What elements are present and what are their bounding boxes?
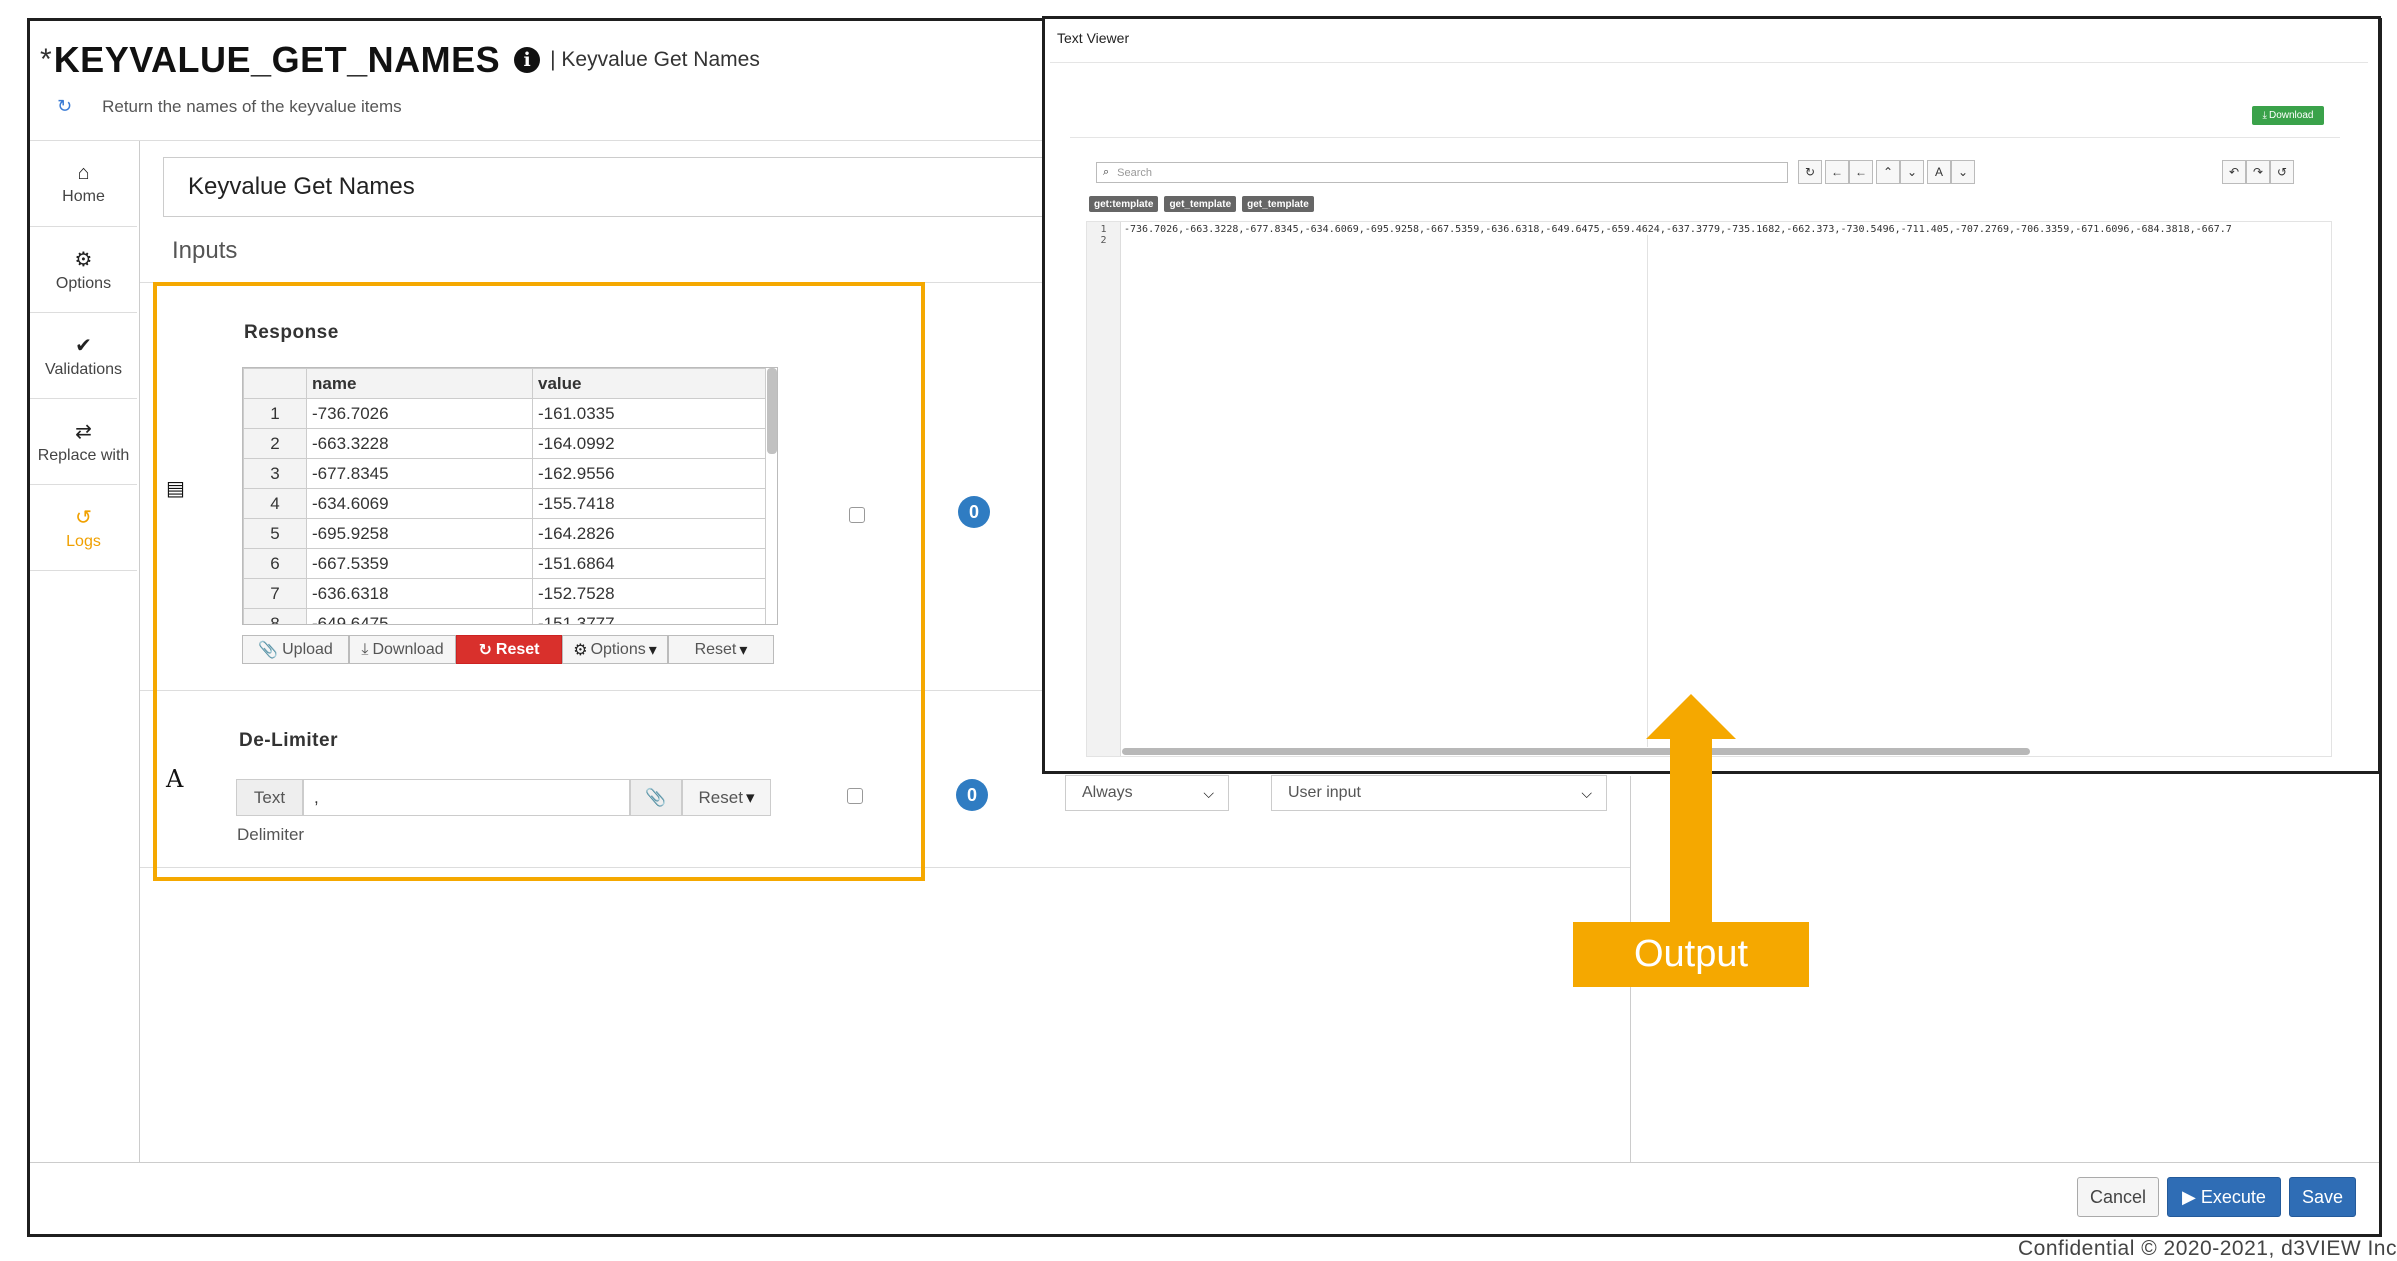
- history-icon: ↺: [2276, 165, 2288, 179]
- history-button[interactable]: ↺: [2270, 160, 2294, 184]
- info-icon[interactable]: i: [514, 47, 541, 73]
- description-row: ↻ Return the names of the keyvalue items: [57, 96, 402, 117]
- page-title: KEYVALUE_GET_NAMES: [53, 39, 501, 80]
- line-number-gutter: 1 2: [1087, 222, 1121, 756]
- template-tag[interactable]: get:template: [1089, 196, 1159, 212]
- sidebar-item-replace-with[interactable]: ⇄ Replace with: [30, 399, 137, 485]
- code-line: -736.7026,-663.3228,-677.8345,-634.6069,…: [1124, 224, 2232, 235]
- back-button[interactable]: ←: [1849, 160, 1873, 184]
- refresh-button[interactable]: ↻: [1798, 160, 1822, 184]
- search-icon: ⌕: [1103, 166, 1110, 178]
- prev-button[interactable]: ←: [1825, 160, 1849, 184]
- expand-down-button[interactable]: ⌄: [1900, 160, 1924, 184]
- sidebar-item-label: Logs: [66, 532, 101, 550]
- cancel-button[interactable]: Cancel: [2077, 1177, 2159, 1217]
- gear-icon: ⚙: [74, 248, 93, 271]
- viewer-search-placeholder: Search: [1117, 166, 1153, 179]
- font-case-icon: A: [1934, 165, 1943, 179]
- sidebar-item-options[interactable]: ⚙ Options: [30, 227, 137, 313]
- viewer-search-input[interactable]: ⌕ Search: [1096, 162, 1788, 183]
- page-subtitle: | Keyvalue Get Names: [550, 48, 760, 71]
- source-select-value: User input: [1288, 784, 1361, 801]
- double-chevron-down-icon: ⌄: [1957, 165, 1969, 179]
- inputs-highlight-box: [153, 282, 925, 881]
- execute-label: Execute: [2200, 1186, 2266, 1207]
- viewer-search-toolbar: ↻ ← ← ⌃ ⌄ A ⌄: [1798, 160, 1975, 184]
- name-input[interactable]: Keyvalue Get Names: [163, 157, 1063, 217]
- execute-button[interactable]: ▶ Execute: [2167, 1177, 2281, 1217]
- output-arrow-icon: [1646, 694, 1736, 924]
- redo-button[interactable]: ↷: [2246, 160, 2270, 184]
- footer-actions: Cancel ▶ Execute Save: [2077, 1177, 2356, 1217]
- home-icon: ⌂: [77, 161, 90, 184]
- case-sensitive-button[interactable]: A: [1927, 160, 1951, 184]
- refresh-icon[interactable]: ↻: [57, 96, 72, 117]
- when-select[interactable]: Always ⌵: [1065, 775, 1229, 811]
- viewer-download-label: Download: [2268, 110, 2314, 121]
- footer-divider: [30, 1162, 2379, 1163]
- title-row: * KEYVALUE_GET_NAMES i | Keyvalue Get Na…: [40, 36, 760, 84]
- template-tag[interactable]: get_template: [1164, 196, 1237, 212]
- response-count-badge: 0: [958, 496, 990, 528]
- viewer-divider: [1070, 137, 2340, 138]
- history-icon: ↺: [75, 506, 92, 529]
- viewer-download-button[interactable]: ⤓ Download: [2252, 106, 2324, 125]
- sidebar-item-label: Validations: [44, 360, 123, 378]
- collapse-up-button[interactable]: ⌃: [1876, 160, 1900, 184]
- sidebar-item-label: Options: [55, 274, 112, 292]
- double-check-icon: ✔: [75, 334, 92, 357]
- arrow-left-icon: ←: [1831, 165, 1843, 179]
- delimiter-count-badge: 0: [956, 779, 988, 811]
- template-tag[interactable]: get_template: [1242, 196, 1314, 212]
- double-chevron-down-icon: ⌄: [1906, 165, 1918, 179]
- when-select-value: Always: [1082, 784, 1133, 801]
- download-icon: ⤓: [2262, 110, 2267, 121]
- chevron-down-icon: ⌵: [1581, 784, 1592, 801]
- unsaved-marker: *: [40, 43, 52, 76]
- text-viewer-title: Text Viewer: [1057, 30, 1130, 46]
- redo-icon: ↷: [2252, 165, 2264, 179]
- save-button[interactable]: Save: [2289, 1177, 2356, 1217]
- arrow-left-icon: ←: [1855, 165, 1867, 179]
- sidebar-item-logs[interactable]: ↺ Logs: [30, 485, 137, 571]
- viewer-tag-list: get:template get_template get_template: [1089, 196, 1314, 212]
- sidebar-divider: [139, 141, 140, 1162]
- editor-print-margin: [1647, 235, 1648, 747]
- sidebar-item-validations[interactable]: ✔ Validations: [30, 313, 137, 399]
- editor-horizontal-scrollbar[interactable]: [1122, 748, 2030, 755]
- more-down-button[interactable]: ⌄: [1951, 160, 1975, 184]
- viewer-history-toolbar: ↶ ↷ ↺: [2222, 160, 2294, 184]
- undo-icon: ↶: [2228, 165, 2240, 179]
- refresh-icon: ↻: [1804, 165, 1816, 179]
- code-editor[interactable]: [1086, 221, 2332, 757]
- play-icon: ▶: [2182, 1186, 2196, 1207]
- chevron-down-icon: ⌵: [1203, 784, 1214, 801]
- output-label: Output: [1573, 922, 1809, 987]
- swap-icon: ⇄: [75, 420, 92, 443]
- page-description: Return the names of the keyvalue items: [102, 96, 402, 116]
- inputs-heading: Inputs: [172, 237, 238, 264]
- sidebar-item-label: Replace with: [37, 446, 130, 464]
- line-number: 1: [1100, 224, 1107, 235]
- line-number: 2: [1100, 235, 1107, 246]
- confidential-notice: Confidential © 2020-2021, d3VIEW Inc: [2017, 1237, 2397, 1260]
- undo-button[interactable]: ↶: [2222, 160, 2246, 184]
- source-select[interactable]: User input ⌵: [1271, 775, 1607, 811]
- double-chevron-up-icon: ⌃: [1882, 165, 1894, 179]
- sidebar-item-home[interactable]: ⌂ Home: [30, 141, 137, 227]
- sidebar-item-label: Home: [62, 187, 105, 205]
